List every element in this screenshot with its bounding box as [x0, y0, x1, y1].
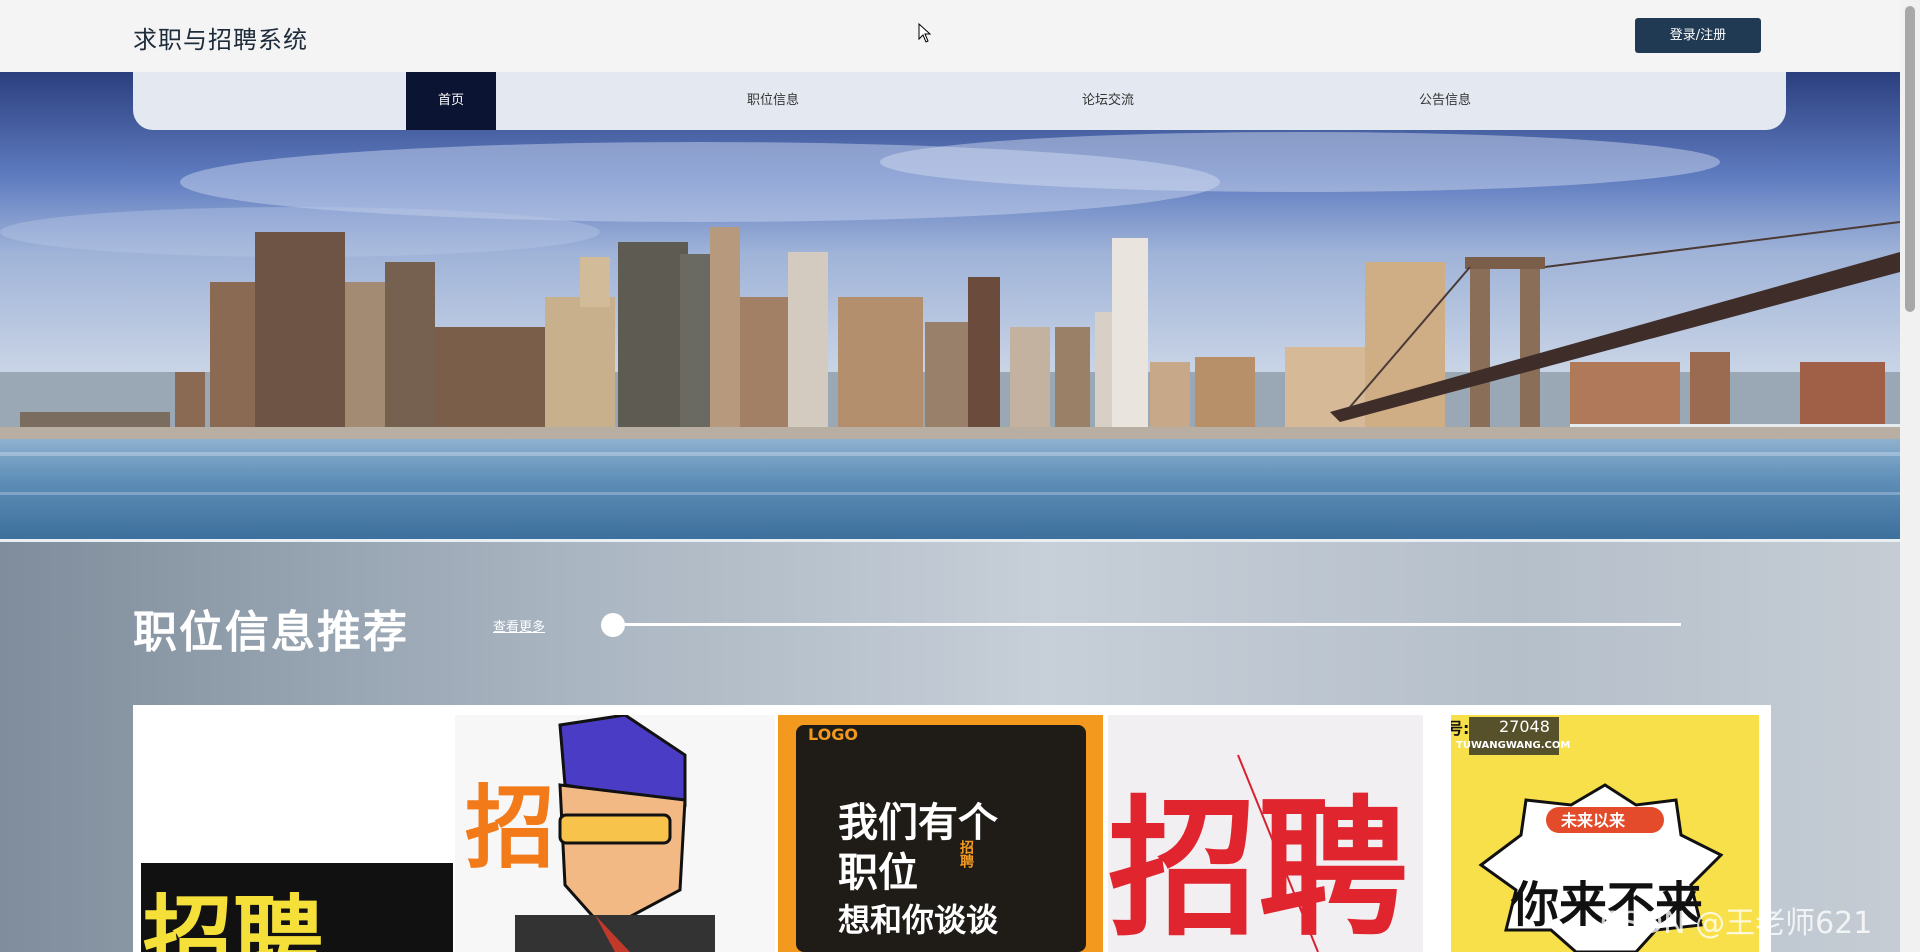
hero-banner: [0, 72, 1900, 540]
nav-item-forum[interactable]: 论坛交流: [1048, 72, 1168, 130]
main-nav: 首页 职位信息 论坛交流 公告信息: [133, 72, 1786, 130]
job-card[interactable]: LOGO 我们有个 职位 想和你谈谈 招聘: [778, 715, 1103, 952]
login-register-button[interactable]: 登录/注册: [1635, 18, 1761, 53]
top-header: 求职与招聘系统 登录/注册: [0, 0, 1900, 72]
job-card[interactable]: 招: [455, 715, 775, 952]
card-title: 招聘: [143, 886, 323, 952]
card-logo-text: LOGO: [808, 725, 858, 744]
card-title: 想和你谈谈: [838, 901, 999, 939]
card-badge: 招聘: [958, 840, 974, 868]
nav-item-home[interactable]: 首页: [406, 72, 496, 130]
cartoon-man-image: [515, 715, 715, 952]
nav-item-notices[interactable]: 公告信息: [1385, 72, 1505, 130]
page-scrollbar[interactable]: [1900, 0, 1920, 952]
view-more-link[interactable]: 查看更多: [493, 616, 545, 635]
job-card[interactable]: 招聘: [1108, 715, 1423, 952]
carousel-slider-knob[interactable]: [601, 613, 625, 637]
nav-item-jobs[interactable]: 职位信息: [713, 72, 833, 130]
scrollbar-thumb[interactable]: [1905, 6, 1915, 312]
site-title[interactable]: 求职与招聘系统: [133, 20, 308, 55]
job-card-list: 招聘 招 LOGO 我们有个 职位 想和你谈谈 招聘 招聘 号: 27048 T…: [133, 705, 1771, 952]
watermark-text: CSDN @王老师621: [1600, 906, 1873, 941]
card-banner: 未来以来: [1561, 811, 1626, 830]
mouse-cursor-icon: [918, 23, 932, 43]
carousel-slider-track[interactable]: [612, 623, 1681, 626]
job-card[interactable]: 招聘: [133, 715, 453, 952]
card-title: 招聘: [1108, 783, 1409, 952]
section-title: 职位信息推荐: [133, 607, 409, 658]
city-skyline-image: [0, 72, 1900, 540]
card-title: 职位: [838, 850, 918, 896]
